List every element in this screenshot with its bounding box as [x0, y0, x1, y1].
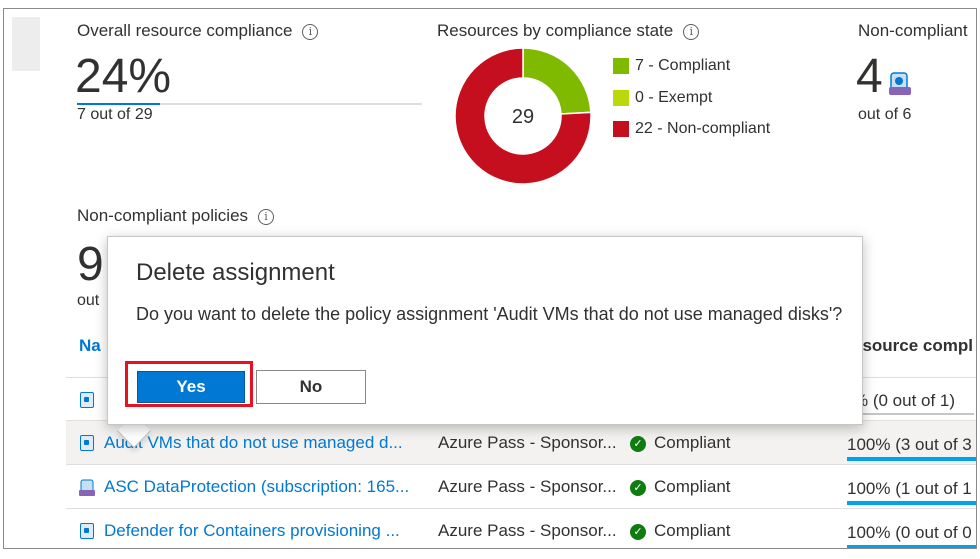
delete-assignment-dialog: Delete assignment Do you want to delete …	[107, 236, 863, 425]
noncompliant-policies-label: Non-compliant policies	[77, 206, 249, 225]
resource-compliance-value: 100% (3 out of 3	[847, 435, 972, 454]
compliance-state-cell: ✓ Compliant	[630, 433, 731, 453]
info-icon[interactable]: i	[683, 24, 700, 40]
overall-compliance-title: Overall resource compliance i	[77, 21, 319, 41]
resource-compliance-bar	[847, 501, 976, 505]
check-circle-icon: ✓	[630, 480, 646, 496]
noncompliant-policies-count: out	[77, 292, 100, 309]
compliance-donut-chart: 29	[454, 47, 592, 185]
legend-label: 22 - Non-compliant	[635, 120, 771, 137]
column-header-name[interactable]: Na	[79, 336, 101, 356]
donut-center-label: 29	[512, 106, 534, 128]
donut-slice-compliant[interactable]	[522, 47, 592, 115]
policy-icon	[80, 523, 94, 539]
overall-compliance-count: 7 out of 29	[77, 106, 153, 123]
overall-compliance-bar	[77, 103, 160, 105]
check-circle-icon: ✓	[630, 524, 646, 540]
info-icon[interactable]: i	[302, 24, 319, 40]
legend-label: 0 - Exempt	[635, 89, 713, 106]
table-row[interactable]: Audit VMs that do not use managed d... A…	[66, 420, 976, 464]
noncompliant-resources-value: 4	[856, 50, 883, 103]
resource-compliance-bar	[849, 413, 974, 415]
policy-name-link[interactable]: ASC DataProtection (subscription: 165...	[104, 477, 424, 497]
policy-name-link[interactable]: Audit VMs that do not use managed d...	[104, 433, 424, 453]
legend-item[interactable]: 0 - Exempt	[613, 89, 712, 107]
legend-label: 7 - Compliant	[635, 57, 731, 74]
security-center-icon	[79, 479, 95, 496]
table-row[interactable]: Defender for Containers provisioning ...…	[66, 508, 976, 548]
resource-cube-icon	[889, 72, 911, 95]
noncompliant-policies-title: Non-compliant policies i	[77, 206, 275, 226]
left-gutter	[12, 17, 40, 71]
scope-cell: Azure Pass - Sponsor...	[438, 477, 617, 496]
overall-compliance-label: Overall resource compliance	[77, 21, 293, 40]
legend-swatch	[613, 90, 629, 106]
compliance-state-title: Resources by compliance state i	[437, 21, 700, 41]
dialog-message: Do you want to delete the policy assignm…	[136, 304, 843, 324]
resource-compliance-bar	[847, 545, 976, 548]
scope-cell: Azure Pass - Sponsor...	[438, 521, 617, 540]
resource-compliance-value: % (0 out of 1)	[853, 391, 956, 410]
compliance-state-label: Compliant	[654, 433, 731, 452]
yes-button[interactable]: Yes	[137, 371, 245, 403]
policy-name-link[interactable]: Defender for Containers provisioning ...	[104, 521, 424, 541]
info-icon[interactable]: i	[258, 209, 275, 225]
column-header-resource-compliance[interactable]: esource compl	[853, 336, 973, 356]
noncompliant-resources-count: out of 6	[858, 106, 912, 123]
resource-compliance-value: 100% (1 out of 1	[847, 479, 972, 498]
compliance-state-label: Resources by compliance state	[437, 21, 674, 40]
legend-swatch	[613, 58, 629, 74]
scope-cell: Azure Pass - Sponsor...	[438, 433, 617, 452]
resource-compliance-bar	[847, 457, 976, 461]
policy-icon	[80, 435, 94, 451]
noncompliant-policies-value: 9	[77, 238, 104, 291]
compliance-state-cell: ✓ Compliant	[630, 477, 731, 497]
compliance-state-label: Compliant	[654, 521, 731, 540]
dialog-title: Delete assignment	[136, 259, 335, 286]
compliance-state-cell: ✓ Compliant	[630, 521, 731, 541]
legend-swatch	[613, 121, 629, 137]
overall-compliance-value: 24%	[75, 50, 172, 103]
compliance-state-label: Compliant	[654, 477, 731, 496]
noncompliant-resources-title: Non-compliant	[858, 21, 968, 40]
resource-compliance-value: 100% (0 out of 0	[847, 523, 972, 542]
policy-icon	[80, 392, 94, 408]
legend-item[interactable]: 7 - Compliant	[613, 57, 730, 75]
no-button[interactable]: No	[256, 370, 366, 404]
check-circle-icon: ✓	[630, 436, 646, 452]
legend-item[interactable]: 22 - Non-compliant	[613, 120, 770, 138]
policy-compliance-view: Overall resource compliance i 24% 7 out o…	[3, 8, 977, 549]
table-row[interactable]: ASC DataProtection (subscription: 165...…	[66, 464, 976, 508]
